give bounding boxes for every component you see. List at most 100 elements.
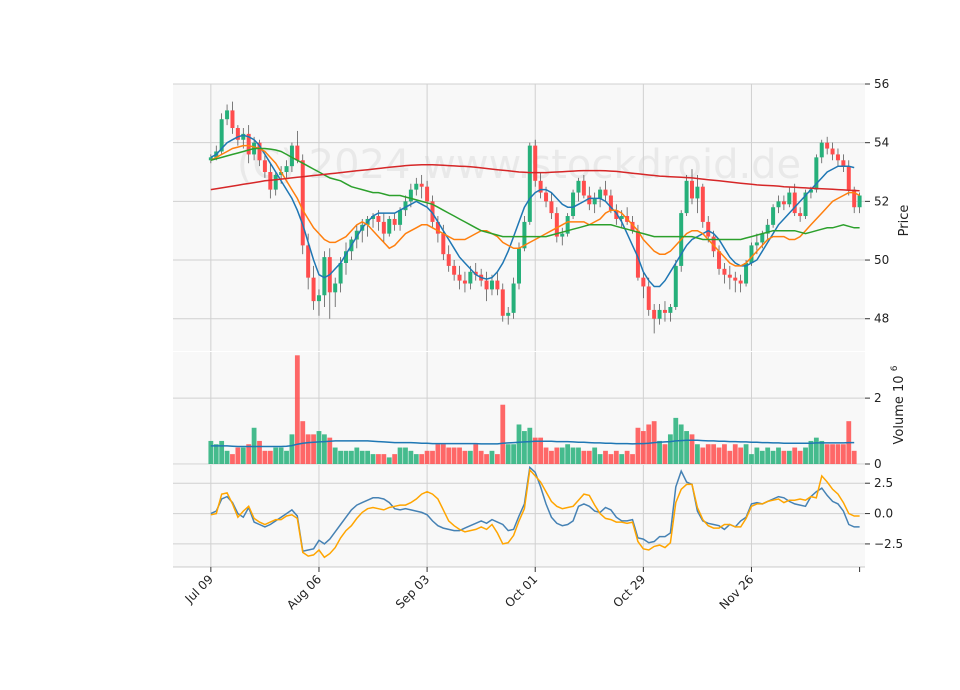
- candle-body: [527, 145, 532, 222]
- candle-body: [273, 174, 278, 190]
- volume-bar: [213, 444, 219, 464]
- volume-bar: [240, 447, 246, 464]
- volume-bar: [522, 431, 527, 464]
- candle-body: [549, 201, 554, 214]
- candle-body: [819, 142, 824, 158]
- volume-bar: [467, 450, 473, 464]
- oscillator-panel: 2.5 0.0 −2.5: [173, 465, 903, 567]
- candle-body: [511, 283, 516, 313]
- candle-body: [425, 186, 430, 202]
- volume-bar: [786, 450, 792, 464]
- candle-body: [506, 312, 511, 316]
- volume-bar: [484, 454, 489, 464]
- candle-body: [484, 280, 489, 290]
- price-y-tick-label: 52: [874, 194, 889, 208]
- volume-bar: [381, 454, 387, 464]
- volume-bar: [219, 440, 225, 464]
- stock-chart: (C) 2024 www.stockdroid.de 4850525456 Pr…: [173, 77, 912, 612]
- volume-bar: [311, 434, 316, 464]
- volume-bar: [619, 454, 625, 464]
- price-panel: (C) 2024 www.stockdroid.de 4850525456 Pr…: [173, 77, 912, 351]
- candle-body: [835, 154, 840, 161]
- volume-bar: [797, 450, 803, 464]
- candle-body: [592, 198, 597, 205]
- candle-body: [333, 283, 338, 293]
- candle-body: [495, 280, 500, 290]
- volume-bar: [851, 450, 857, 464]
- oscillator-y-tick-label: −2.5: [874, 537, 903, 551]
- price-panel-background: [173, 84, 865, 351]
- price-y-tick-label: 56: [874, 77, 889, 91]
- candle-body: [754, 242, 759, 246]
- volume-bar: [559, 447, 565, 464]
- volume-bar: [278, 447, 284, 464]
- candle-body: [517, 248, 521, 284]
- candle-body: [738, 280, 743, 284]
- volume-bar: [289, 434, 295, 464]
- volume-bar: [727, 450, 733, 464]
- volume-bar: [511, 444, 516, 464]
- candle-body: [690, 180, 694, 199]
- candle-body: [706, 221, 711, 237]
- x-tick-label: Nov 26: [717, 572, 757, 612]
- volume-bar: [359, 450, 365, 464]
- candle-body: [381, 221, 386, 234]
- volume-bar: [235, 447, 241, 464]
- candle-body: [316, 295, 321, 302]
- volume-bar: [565, 444, 571, 464]
- volume-bar: [776, 447, 781, 464]
- volume-bar: [257, 440, 262, 464]
- candle-body: [452, 265, 457, 275]
- volume-bar: [705, 444, 711, 464]
- candle-body: [781, 201, 786, 205]
- volume-bar: [592, 447, 598, 464]
- candle-body: [419, 183, 424, 187]
- volume-bar: [781, 450, 787, 464]
- volume-bar: [711, 444, 717, 464]
- volume-bar: [597, 454, 603, 464]
- volume-bar: [494, 454, 500, 464]
- volume-bar: [732, 444, 738, 464]
- volume-bar: [738, 447, 744, 464]
- volume-bar: [500, 404, 506, 464]
- candle-body: [673, 265, 678, 307]
- candle-body: [387, 218, 392, 234]
- candle-body: [311, 277, 316, 302]
- volume-bar: [451, 447, 457, 464]
- volume-bar: [273, 447, 279, 464]
- volume-bar: [640, 431, 646, 464]
- volume-bar: [473, 444, 479, 464]
- volume-bar: [678, 424, 684, 464]
- candle-body: [722, 268, 727, 275]
- candle-body: [576, 180, 581, 193]
- volume-bar: [408, 450, 414, 464]
- candle-body: [441, 233, 446, 255]
- price-y-tick-label: 50: [874, 253, 889, 267]
- oscillator-y-axis: 2.5 0.0 −2.5: [865, 476, 903, 551]
- volume-bar: [819, 440, 825, 464]
- volume-bar: [332, 447, 338, 464]
- volume-bar: [830, 444, 835, 464]
- volume-bar: [803, 447, 808, 464]
- volume-bar: [581, 450, 587, 464]
- candle-body: [776, 201, 781, 208]
- volume-bar: [586, 450, 592, 464]
- candle-body: [462, 280, 467, 284]
- volume-bar: [354, 447, 360, 464]
- volume-bar: [230, 454, 235, 464]
- volume-bar: [759, 450, 765, 464]
- volume-panel: 02 Volume 10 6: [173, 352, 907, 471]
- candle-body: [598, 189, 603, 199]
- candle-body: [792, 192, 797, 214]
- candle-body: [695, 186, 700, 199]
- volume-bar: [657, 440, 662, 464]
- candle-body: [398, 210, 403, 225]
- volume-axis-label-text: Volume 10: [892, 375, 907, 444]
- volume-bar: [792, 447, 798, 464]
- candle-body: [376, 216, 381, 222]
- volume-bar: [516, 424, 522, 464]
- candle-body: [825, 142, 830, 149]
- volume-bar: [813, 437, 819, 464]
- candle-body: [295, 145, 300, 161]
- candle-body: [662, 309, 667, 313]
